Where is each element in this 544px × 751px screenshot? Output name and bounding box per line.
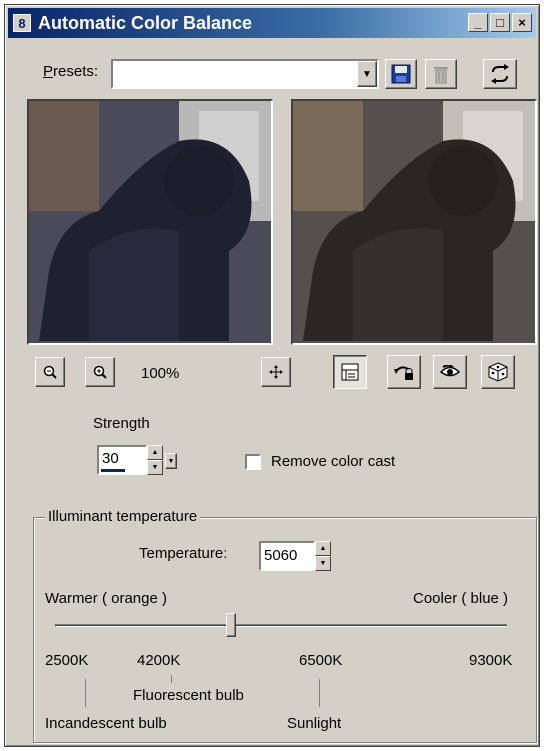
remove-color-cast-checkbox[interactable] bbox=[245, 454, 261, 470]
sunlight-marker-line bbox=[319, 679, 320, 707]
presets-label: Presets: bbox=[43, 63, 99, 80]
warmer-label: Warmer ( orange ) bbox=[45, 590, 167, 607]
tick-4200k: 4200K bbox=[137, 652, 181, 669]
minimize-button[interactable]: _ bbox=[468, 13, 488, 32]
dialog-window: 8 Automatic Color Balance _ □ × Presets:… bbox=[4, 4, 540, 747]
zoom-out-icon bbox=[43, 365, 57, 379]
tick-9300k: 9300K bbox=[469, 652, 513, 669]
presets-label-rest: resets: bbox=[53, 63, 99, 80]
presets-dropdown[interactable]: ▼ bbox=[111, 59, 379, 89]
temperature-down-button[interactable]: ▼ bbox=[315, 556, 331, 571]
temperature-spinner[interactable]: ▲ ▼ bbox=[315, 541, 331, 571]
zoom-in-button[interactable] bbox=[85, 357, 115, 387]
dice-icon bbox=[488, 362, 508, 382]
temperature-input[interactable]: 5060 bbox=[259, 541, 315, 571]
temperature-up-button[interactable]: ▲ bbox=[315, 541, 331, 556]
after-preview[interactable] bbox=[291, 99, 537, 345]
tick-2500k: 2500K bbox=[45, 652, 89, 669]
temperature-label: Temperature: bbox=[139, 545, 228, 562]
incandescent-marker-line bbox=[85, 679, 86, 707]
tick-6500k: 6500K bbox=[299, 652, 343, 669]
delete-preset-button[interactable] bbox=[425, 59, 457, 89]
title-bar[interactable]: 8 Automatic Color Balance _ □ × bbox=[8, 8, 536, 38]
strength-up-button[interactable]: ▲ bbox=[147, 445, 163, 460]
chevron-down-icon: ▼ bbox=[362, 68, 372, 80]
reset-arrow-icon bbox=[491, 64, 509, 84]
eye-icon bbox=[440, 365, 460, 377]
strength-spinner[interactable]: ▲ ▼ bbox=[147, 445, 163, 475]
randomize-button[interactable] bbox=[481, 355, 515, 389]
zoom-level: 100% bbox=[141, 365, 180, 382]
fluorescent-marker-line bbox=[171, 675, 172, 683]
fluorescent-label: Fluorescent bulb bbox=[133, 687, 244, 704]
zoom-out-button[interactable] bbox=[35, 357, 65, 387]
trash-icon bbox=[434, 67, 448, 84]
zoom-in-icon bbox=[93, 365, 107, 379]
move-icon bbox=[269, 365, 283, 379]
chevron-down-icon: ▼ bbox=[167, 457, 175, 465]
maximize-button[interactable]: □ bbox=[490, 13, 510, 32]
proof-icon bbox=[341, 363, 359, 381]
strength-label: Strength bbox=[93, 415, 150, 432]
before-preview[interactable] bbox=[27, 99, 273, 345]
strength-value: 30 bbox=[102, 450, 119, 467]
illuminant-group-title: Illuminant temperature bbox=[45, 508, 201, 525]
show-original-button[interactable] bbox=[433, 355, 467, 389]
strength-dropdown-button[interactable]: ▼ bbox=[165, 453, 177, 469]
temperature-value: 5060 bbox=[264, 547, 298, 564]
strength-input[interactable]: 30 bbox=[97, 445, 147, 475]
save-preset-button[interactable] bbox=[385, 59, 417, 89]
sunlight-label: Sunlight bbox=[287, 715, 342, 732]
presets-dropdown-arrow[interactable]: ▼ bbox=[357, 61, 377, 87]
strength-down-button[interactable]: ▼ bbox=[147, 460, 163, 475]
close-button[interactable]: × bbox=[512, 13, 532, 32]
lion-statue-before-image bbox=[29, 101, 271, 343]
undo-lock-icon bbox=[394, 366, 413, 380]
incandescent-label: Incandescent bulb bbox=[45, 715, 167, 732]
temperature-slider-thumb[interactable] bbox=[226, 613, 237, 637]
floppy-disk-icon bbox=[391, 64, 411, 84]
undo-lock-button[interactable] bbox=[387, 355, 421, 389]
remove-color-cast-label: Remove color cast bbox=[271, 453, 396, 470]
reset-button[interactable] bbox=[483, 59, 517, 89]
cooler-label: Cooler ( blue ) bbox=[413, 590, 509, 607]
lion-statue-after-image bbox=[293, 101, 535, 343]
window-title: Automatic Color Balance bbox=[38, 12, 253, 33]
strength-level-bar bbox=[101, 469, 125, 472]
app-icon: 8 bbox=[13, 14, 31, 32]
proof-toggle-button[interactable] bbox=[333, 355, 367, 389]
temperature-slider-track[interactable] bbox=[55, 624, 507, 627]
pan-button[interactable] bbox=[261, 357, 291, 387]
